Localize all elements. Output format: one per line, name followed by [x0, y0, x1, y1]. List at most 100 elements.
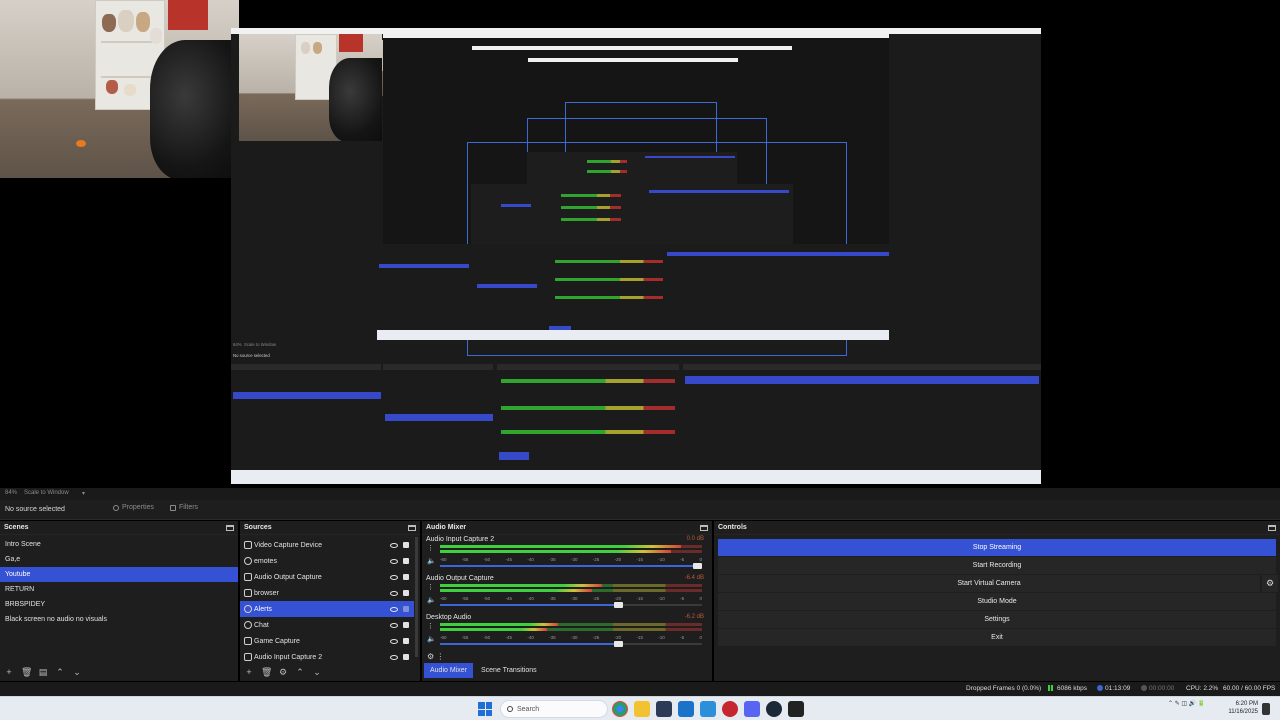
- notification-icon[interactable]: [1262, 703, 1270, 715]
- lock-icon[interactable]: [403, 654, 409, 660]
- volume-slider[interactable]: [440, 563, 702, 569]
- lock-icon[interactable]: [403, 590, 409, 596]
- windows-start-icon[interactable]: [478, 702, 492, 716]
- db-scale: -60 -55 -50 -45 -40 -35 -30 -25 -20 -15 -10 -5 0: [440, 557, 702, 562]
- scene-item[interactable]: BRBSPIDEY: [0, 597, 238, 612]
- lock-icon[interactable]: [403, 638, 409, 644]
- file-explorer-icon[interactable]: [634, 701, 650, 717]
- outlook-icon[interactable]: [678, 701, 694, 717]
- source-label: browser: [254, 589, 279, 597]
- tab-audio-mixer[interactable]: Audio Mixer: [424, 663, 473, 678]
- move-down-icon[interactable]: ⌄: [312, 667, 322, 677]
- vscode-icon[interactable]: [700, 701, 716, 717]
- obs-icon[interactable]: [788, 701, 804, 717]
- taskbar-clock[interactable]: 6:20 PM 11/16/2025: [1228, 700, 1258, 716]
- chevron-down-icon[interactable]: ▾: [82, 490, 85, 497]
- db-tick: 0: [699, 635, 702, 640]
- eye-icon[interactable]: [390, 638, 398, 644]
- scale-mode-dropdown[interactable]: Scale to Window: [24, 490, 69, 496]
- scene-filters-icon[interactable]: ▤: [38, 667, 48, 677]
- controls-title: Controls: [718, 524, 747, 531]
- steam-icon[interactable]: [766, 701, 782, 717]
- properties-button[interactable]: Properties: [113, 504, 154, 511]
- track-menu-icon[interactable]: ⋮: [427, 544, 434, 552]
- tab-scene-transitions[interactable]: Scene Transitions: [475, 663, 543, 678]
- db-tick: -55: [461, 635, 469, 640]
- source-item[interactable]: Video Capture Device: [240, 537, 414, 553]
- calculator-icon[interactable]: [656, 701, 672, 717]
- undock-icon[interactable]: [408, 524, 416, 531]
- remove-source-icon[interactable]: 🗑: [261, 667, 272, 677]
- db-tick: -60: [440, 557, 447, 562]
- discord-icon[interactable]: [744, 701, 760, 717]
- scenes-dock: Scenes Intro Scene Ga,e Youtube RETURN B…: [0, 521, 238, 681]
- mixer-settings-icon[interactable]: ⚙ ⋮: [422, 652, 712, 661]
- source-item[interactable]: Game Capture: [240, 633, 414, 649]
- source-item[interactable]: Audio Output Capture: [240, 569, 414, 585]
- scene-item[interactable]: Ga,e: [0, 552, 238, 567]
- sources-scrollbar[interactable]: [415, 537, 418, 657]
- meter-level: [440, 628, 548, 631]
- source-item-selected[interactable]: Alerts: [240, 601, 414, 617]
- undock-icon[interactable]: [226, 524, 234, 531]
- undock-icon[interactable]: [1268, 524, 1276, 531]
- scene-item[interactable]: Intro Scene: [0, 537, 238, 552]
- browser-icon: [244, 621, 252, 629]
- speaker-icon[interactable]: 🔈: [427, 557, 436, 565]
- source-item[interactable]: Chat: [240, 617, 414, 633]
- track-menu-icon[interactable]: ⋮: [427, 622, 434, 630]
- gear-icon[interactable]: ⚙: [1262, 575, 1278, 592]
- speaker-icon[interactable]: 🔈: [427, 635, 436, 643]
- speaker-icon[interactable]: 🔈: [427, 596, 436, 604]
- track-menu-icon[interactable]: ⋮: [427, 583, 434, 591]
- start-recording-button[interactable]: Start Recording: [718, 557, 1276, 574]
- source-item[interactable]: browser: [240, 585, 414, 601]
- bitrate-readout: 6086 kbps: [1048, 685, 1087, 692]
- settings-button[interactable]: Settings: [718, 611, 1276, 628]
- browser-icon: [244, 605, 252, 613]
- scene-item-selected[interactable]: Youtube: [0, 567, 238, 582]
- eye-icon[interactable]: [390, 558, 398, 564]
- stop-streaming-button[interactable]: Stop Streaming: [718, 539, 1276, 556]
- lock-icon[interactable]: [403, 622, 409, 628]
- game-icon[interactable]: [722, 701, 738, 717]
- eye-icon[interactable]: [390, 574, 398, 580]
- lock-icon[interactable]: [403, 542, 409, 548]
- microphone-icon: [244, 653, 252, 661]
- volume-slider[interactable]: [440, 641, 702, 647]
- tray-icons[interactable]: ⌃ ✎ ◫ 🔊 🔋: [1168, 700, 1205, 707]
- lock-icon[interactable]: [403, 606, 409, 612]
- eye-icon[interactable]: [390, 622, 398, 628]
- source-item[interactable]: emotes: [240, 553, 414, 569]
- add-scene-icon[interactable]: +: [4, 667, 14, 677]
- scene-item[interactable]: Black screen no audio no visuals: [0, 612, 238, 627]
- volume-slider[interactable]: [440, 602, 702, 608]
- undock-icon[interactable]: [700, 524, 708, 531]
- track-db: -6.2 dB: [684, 614, 704, 620]
- lock-icon[interactable]: [403, 558, 409, 564]
- eye-icon[interactable]: [390, 654, 398, 660]
- slider-handle[interactable]: [614, 641, 624, 647]
- exit-button[interactable]: Exit: [718, 629, 1276, 646]
- eye-icon[interactable]: [390, 590, 398, 596]
- eye-icon[interactable]: [390, 542, 398, 548]
- move-up-icon[interactable]: ⌃: [295, 667, 305, 677]
- remove-scene-icon[interactable]: 🗑: [21, 667, 32, 677]
- gear-icon: [113, 504, 119, 511]
- slider-handle[interactable]: [614, 602, 624, 608]
- scene-item[interactable]: RETURN: [0, 582, 238, 597]
- add-source-icon[interactable]: +: [244, 667, 254, 677]
- studio-mode-button[interactable]: Studio Mode: [718, 593, 1276, 610]
- move-down-icon[interactable]: ⌄: [72, 667, 82, 677]
- taskbar-search[interactable]: Search: [500, 700, 608, 718]
- eye-icon[interactable]: [390, 606, 398, 612]
- preview-canvas[interactable]: 84% Scale to Window No source selected: [0, 0, 1280, 488]
- source-settings-icon[interactable]: ⚙: [278, 667, 288, 677]
- start-virtual-camera-button[interactable]: Start Virtual Camera: [957, 580, 1020, 587]
- slider-handle[interactable]: [693, 563, 702, 569]
- filters-button[interactable]: Filters: [170, 504, 198, 511]
- move-up-icon[interactable]: ⌃: [55, 667, 65, 677]
- chrome-icon[interactable]: [612, 701, 628, 717]
- db-scale: -60 -55 -50 -45 -40 -35 -30 -25 -20 -15 -10 -5 0: [440, 596, 702, 601]
- lock-icon[interactable]: [403, 574, 409, 580]
